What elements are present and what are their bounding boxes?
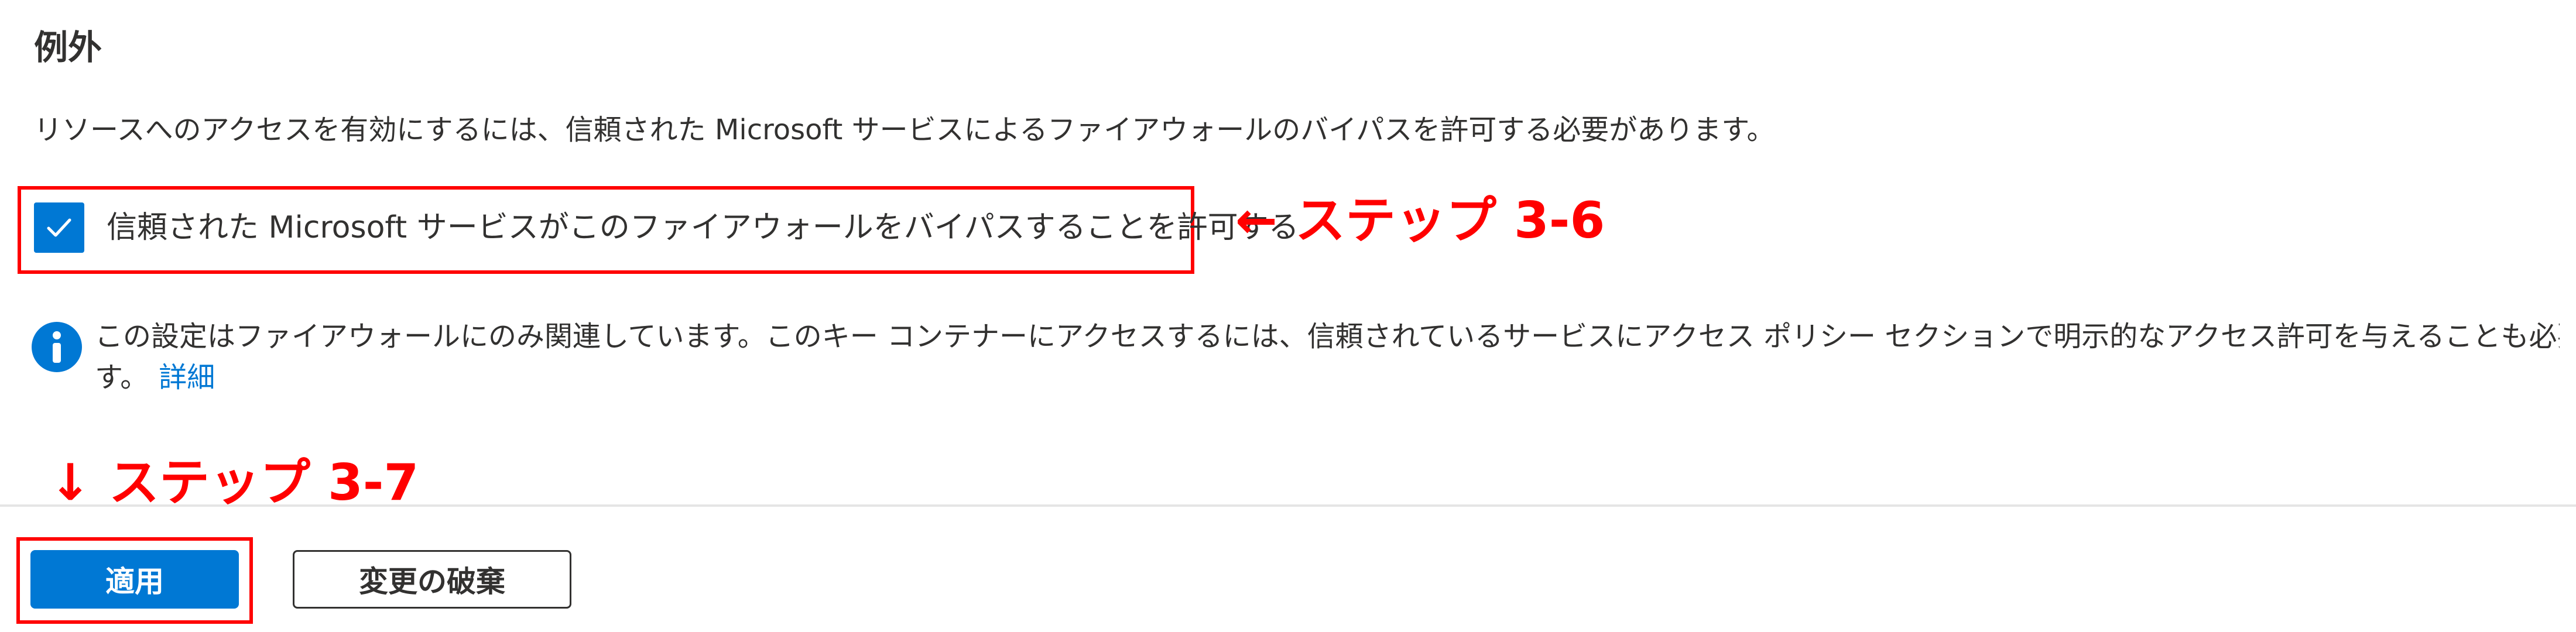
learn-more-link[interactable]: 詳細 [159, 361, 215, 394]
info-message-line-2-text: す。 [95, 361, 149, 394]
exceptions-description: リソースへのアクセスを有効にするには、信頼された Microsoft サービスに… [34, 114, 1775, 146]
step-3-7-annotation: ↓ ステップ 3-7 [49, 454, 419, 512]
step-3-6-annotation: ← ステップ 3-6 [1235, 191, 1605, 250]
apply-button[interactable]: 適用 [30, 550, 239, 609]
info-message: この設定はファイアウォールにのみ関連しています。このキー コンテナーにアクセスす… [95, 316, 2560, 398]
info-message-line-1: この設定はファイアウォールにのみ関連しています。このキー コンテナーにアクセスす… [95, 320, 2560, 353]
footer-divider [0, 504, 2576, 507]
trusted-services-checkbox[interactable] [34, 202, 84, 253]
section-title: 例外 [34, 28, 102, 67]
discard-changes-button[interactable]: 変更の破棄 [293, 550, 571, 609]
trusted-services-checkbox-label[interactable]: 信頼された Microsoft サービスがこのファイアウォールをバイパスすること… [107, 212, 1299, 243]
trusted-services-checkbox-row[interactable]: 信頼された Microsoft サービスがこのファイアウォールをバイパスすること… [34, 201, 1299, 254]
info-message-line-2: す。 詳細 [95, 357, 2560, 398]
checkmark-icon [47, 218, 71, 237]
info-icon [32, 322, 82, 372]
